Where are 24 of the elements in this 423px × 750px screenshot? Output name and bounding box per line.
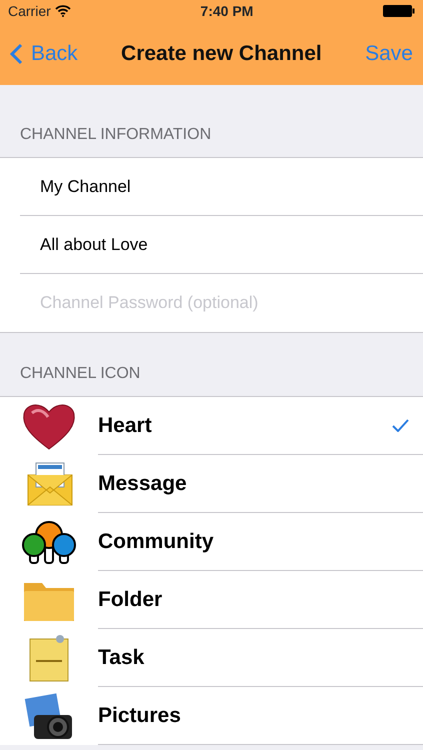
battery-icon: [382, 5, 415, 17]
icon-option[interactable]: Message: [0, 455, 423, 513]
text-field[interactable]: Channel Password (optional): [20, 290, 423, 316]
section-header: CHANNEL INFORMATION: [20, 125, 212, 145]
wifi-icon: [54, 5, 71, 17]
option-label: Pictures: [98, 702, 182, 729]
option-label: Message: [98, 470, 188, 497]
clock-time: 7:40 PM: [200, 2, 254, 20]
option-label: Community: [98, 528, 214, 555]
option-label: Folder: [98, 586, 164, 613]
icon-option[interactable]: Task: [0, 629, 423, 687]
option-label: Heart: [98, 412, 153, 439]
screen-title: Create new Channel: [121, 40, 322, 67]
option-label: Task: [98, 644, 146, 671]
icon-option[interactable]: Community: [0, 513, 423, 571]
icon-option[interactable]: Pictures: [0, 687, 423, 745]
checkmark-icon: [392, 419, 409, 432]
carrier-label: Carrier: [8, 2, 51, 20]
section-header: CHANNEL ICON: [20, 364, 140, 384]
text-field[interactable]: My Channel: [20, 174, 423, 200]
text-field[interactable]: All about Love: [20, 232, 423, 258]
icon-option[interactable]: Folder: [0, 571, 423, 629]
chevron-icon: [10, 42, 23, 64]
icon-option[interactable]: Heart: [0, 397, 423, 455]
